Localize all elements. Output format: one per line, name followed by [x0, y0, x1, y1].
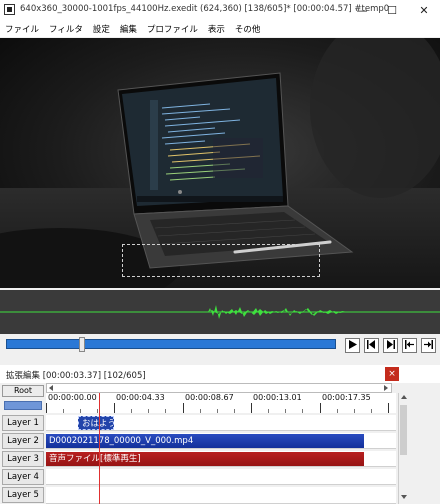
- tick-label: 00:00:00.00: [48, 393, 97, 402]
- to-start-icon: [405, 339, 414, 352]
- menu-profile[interactable]: プロファイル: [142, 23, 203, 35]
- next-frame-icon: [386, 339, 395, 352]
- menu-file[interactable]: ファイル: [0, 23, 44, 35]
- tick-label: 00:00:13.01: [253, 393, 302, 402]
- scroll-right-icon: [384, 385, 388, 391]
- tick-label: 00:00:08.67: [185, 393, 234, 402]
- zoom-gauge[interactable]: [4, 401, 42, 410]
- layer-1-label[interactable]: Layer 1: [2, 415, 44, 431]
- tick-label: 00:00:17.35: [322, 393, 371, 402]
- scroll-left-icon: [49, 385, 53, 391]
- scroll-up-icon: [401, 395, 407, 399]
- timeline-vertical-scrollbar[interactable]: [398, 393, 409, 504]
- playhead-cursor[interactable]: [99, 393, 100, 504]
- timeline-horizontal-scrollbar[interactable]: [46, 383, 392, 393]
- selection-rectangle[interactable]: [122, 244, 320, 277]
- to-end-button[interactable]: [421, 338, 436, 353]
- play-icon: [348, 339, 357, 352]
- to-start-button[interactable]: [402, 338, 417, 353]
- text-clip[interactable]: おはようご: [78, 416, 114, 430]
- extended-edit-title-bar: 拡張編集 [00:00:03.37] [102/605]: [0, 365, 440, 383]
- vertical-scroll-thumb[interactable]: [400, 405, 407, 455]
- tick-label: 00:00:04.33: [116, 393, 165, 402]
- to-end-icon: [424, 339, 433, 352]
- prev-frame-button[interactable]: [364, 338, 379, 353]
- next-frame-button[interactable]: [383, 338, 398, 353]
- menu-edit[interactable]: 編集: [115, 23, 142, 35]
- audio-waveform: [0, 305, 440, 319]
- scroll-down-icon: [401, 495, 407, 499]
- playback-control-bar: [0, 334, 440, 360]
- extended-edit-close-button[interactable]: ×: [385, 367, 399, 381]
- menu-bar: ファイル フィルタ 設定 編集 プロファイル 表示 その他: [0, 20, 440, 37]
- menu-view[interactable]: 表示: [203, 23, 230, 35]
- seek-bar[interactable]: [6, 339, 336, 349]
- layer-5-label[interactable]: Layer 5: [2, 487, 44, 503]
- minimize-button[interactable]: —: [348, 0, 376, 20]
- app-icon: [4, 4, 15, 15]
- play-button[interactable]: [345, 338, 360, 353]
- layer-2-label[interactable]: Layer 2: [2, 433, 44, 449]
- video-preview[interactable]: [0, 38, 440, 288]
- menu-filter[interactable]: フィルタ: [44, 23, 88, 35]
- layer-4-label[interactable]: Layer 4: [2, 469, 44, 485]
- seek-thumb[interactable]: [79, 337, 85, 352]
- maximize-button[interactable]: ☐: [378, 0, 406, 20]
- menu-settings[interactable]: 設定: [88, 23, 115, 35]
- window-title: 640x360_30000-1001fps_44100Hz.exedit (62…: [20, 4, 390, 14]
- video-clip[interactable]: D0002021178_00000_V_000.mp4: [46, 434, 364, 448]
- close-button[interactable]: ✕: [410, 0, 438, 20]
- menu-other[interactable]: その他: [230, 23, 266, 35]
- title-bar: 640x360_30000-1001fps_44100Hz.exedit (62…: [0, 0, 440, 20]
- audio-clip[interactable]: 音声ファイル[標準再生]: [46, 452, 364, 466]
- audio-waveform-panel: [0, 290, 440, 334]
- extended-edit-title: 拡張編集 [00:00:03.37] [102/605]: [6, 371, 146, 381]
- prev-frame-icon: [367, 339, 376, 352]
- root-button[interactable]: Root: [2, 385, 44, 397]
- layer-3-label[interactable]: Layer 3: [2, 451, 44, 467]
